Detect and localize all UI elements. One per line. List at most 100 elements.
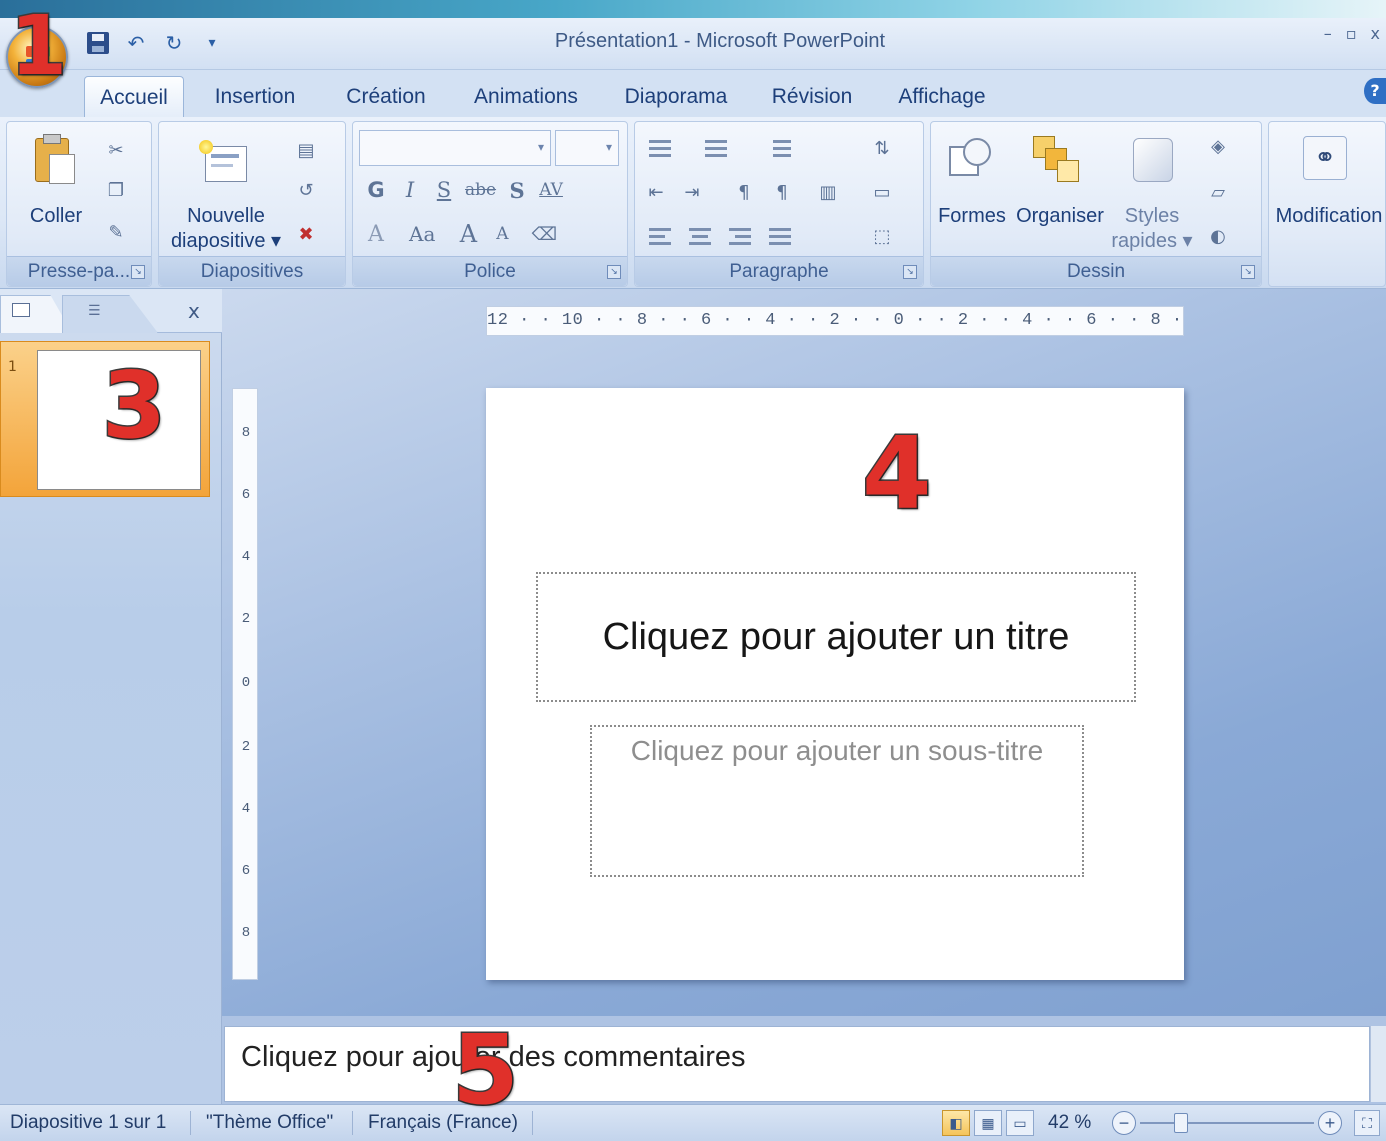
bullets-icon[interactable] — [645, 136, 675, 162]
fit-to-window-button[interactable]: ⛶ — [1354, 1110, 1380, 1136]
chevron-down-icon: ▾ — [208, 35, 216, 51]
font-size-dropdown[interactable] — [555, 130, 619, 166]
smartart-icon[interactable]: ⬚ — [869, 224, 895, 248]
notes-input[interactable]: Cliquez pour ajouter des commentaires — [224, 1026, 1370, 1102]
ltr-icon[interactable]: ¶ — [769, 180, 795, 204]
new-slide-button[interactable]: Nouvelle diapositive ▾ — [163, 204, 289, 254]
font-launcher-icon[interactable]: ↘ — [607, 265, 621, 279]
tab-revision[interactable]: Révision — [762, 76, 862, 118]
columns-icon[interactable]: ▥ — [815, 180, 841, 204]
slide-sorter-button[interactable]: ▦ — [974, 1110, 1002, 1136]
horizontal-ruler: 12 · · 10 · · 8 · · 6 · · 4 · · 2 · · 0 … — [486, 306, 1184, 336]
shadow-button[interactable]: S — [504, 176, 530, 204]
align-text-icon[interactable]: ▭ — [869, 180, 895, 204]
grow-font-button[interactable]: A — [455, 220, 481, 248]
shape-effects-icon[interactable]: ◐ — [1205, 224, 1231, 248]
shape-fill-icon[interactable]: ◈ — [1205, 134, 1231, 158]
reset-slide-icon[interactable]: ↺ — [293, 178, 319, 202]
drawing-group-label: Dessin — [931, 256, 1261, 286]
minimize-button[interactable]: – — [1324, 24, 1332, 43]
shape-outline-icon[interactable]: ▱ — [1205, 180, 1231, 204]
change-case-button[interactable]: Aa — [409, 220, 435, 248]
binoculars-icon[interactable]: ⚭ — [1303, 136, 1347, 180]
line-spacing-icon[interactable] — [769, 136, 799, 162]
clear-formatting-icon[interactable]: ⌫ — [531, 220, 557, 248]
quick-styles-button[interactable]: Styles rapides ▾ — [1109, 204, 1195, 254]
drawing-launcher-icon[interactable]: ↘ — [1241, 265, 1255, 279]
justify-icon[interactable] — [765, 224, 795, 250]
pane-close-button[interactable]: x — [188, 299, 200, 323]
status-separator — [532, 1111, 533, 1135]
callout-3: 3 — [100, 352, 167, 459]
tab-creation[interactable]: Création — [334, 76, 438, 118]
customize-toolbar-button[interactable]: ▾ — [198, 29, 226, 57]
undo-button[interactable]: ↶ — [122, 29, 150, 57]
format-painter-icon[interactable]: ✎ — [103, 220, 129, 244]
undo-icon: ↶ — [127, 31, 145, 55]
notes-scrollbar[interactable] — [1370, 1026, 1386, 1102]
zoom-level[interactable]: 42 % — [1048, 1112, 1091, 1134]
zoom-slider-thumb[interactable] — [1174, 1113, 1188, 1133]
arrange-button[interactable]: Organiser — [1013, 204, 1107, 229]
paste-button[interactable]: Coller — [21, 204, 91, 229]
clipboard-launcher-icon[interactable]: ↘ — [131, 265, 145, 279]
help-icon[interactable]: ? — [1364, 78, 1386, 104]
italic-button[interactable]: I — [397, 176, 423, 204]
callout-1: 1 — [8, 0, 68, 94]
strikethrough-button[interactable]: abe — [465, 176, 496, 204]
font-family-dropdown[interactable] — [359, 130, 551, 166]
copy-icon[interactable]: ❐ — [103, 178, 129, 202]
tab-diaporama[interactable]: Diaporama — [614, 76, 738, 118]
quick-access-toolbar: ↶ ↻ ▾ — [84, 26, 226, 60]
shapes-button[interactable]: Formes — [937, 204, 1007, 229]
char-spacing-button[interactable]: AV — [538, 176, 564, 204]
window-title: Présentation1 - Microsoft PowerPoint — [554, 30, 886, 52]
bold-button[interactable]: G — [363, 176, 389, 204]
tab-insertion[interactable]: Insertion — [200, 76, 310, 118]
align-center-icon[interactable] — [685, 224, 715, 250]
thumbnail-number: 1 — [8, 359, 17, 375]
zoom-in-button[interactable]: + — [1318, 1111, 1342, 1135]
layout-icon[interactable]: ▤ — [293, 138, 319, 162]
slideshow-button[interactable]: ▭ — [1006, 1110, 1034, 1136]
tab-animations[interactable]: Animations — [462, 76, 590, 118]
align-left-icon[interactable] — [645, 224, 675, 250]
numbering-icon[interactable] — [701, 136, 731, 162]
rtl-icon[interactable]: ¶ — [731, 180, 757, 204]
tab-affichage[interactable]: Affichage — [886, 76, 998, 118]
font-color-button[interactable]: A — [363, 220, 389, 248]
vruler-label: 0 — [241, 675, 251, 691]
save-button[interactable] — [84, 29, 112, 57]
zoom-out-button[interactable]: − — [1112, 1111, 1136, 1135]
paragraph-launcher-icon[interactable]: ↘ — [903, 265, 917, 279]
editing-button[interactable]: Modification — [1271, 204, 1386, 229]
redo-button[interactable]: ↻ — [160, 29, 188, 57]
shrink-font-button[interactable]: A — [489, 220, 515, 248]
decrease-indent-icon[interactable]: ⇤ — [643, 180, 669, 204]
shapes-icon[interactable] — [945, 136, 995, 186]
title-placeholder[interactable]: Cliquez pour ajouter un titre — [536, 572, 1136, 702]
theme-name[interactable]: "Thème Office" — [206, 1112, 333, 1134]
window-controls: – ▫ x — [1324, 24, 1380, 43]
delete-slide-icon[interactable]: ✖ — [293, 222, 319, 246]
close-button[interactable]: x — [1371, 24, 1380, 43]
arrange-icon[interactable] — [1031, 134, 1081, 184]
paste-icon[interactable] — [33, 132, 77, 186]
subtitle-placeholder[interactable]: Cliquez pour ajouter un sous-titre — [590, 725, 1084, 877]
text-direction-icon[interactable]: ⇅ — [869, 136, 895, 160]
new-slide-icon[interactable] — [199, 140, 249, 186]
align-right-icon[interactable] — [725, 224, 755, 250]
slide-canvas[interactable]: Cliquez pour ajouter un titre Cliquez po… — [486, 388, 1184, 980]
vruler-label: 8 — [241, 925, 251, 941]
increase-indent-icon[interactable]: ⇥ — [679, 180, 705, 204]
underline-button[interactable]: S — [431, 176, 457, 204]
callout-4: 4 — [861, 415, 934, 532]
quick-styles-icon[interactable] — [1131, 136, 1177, 186]
vruler-label: 4 — [241, 801, 251, 817]
slides-tab-icon — [12, 303, 30, 317]
normal-view-button[interactable]: ◧ — [942, 1110, 970, 1136]
cut-icon[interactable]: ✂ — [103, 138, 129, 162]
maximize-button[interactable]: ▫ — [1346, 24, 1357, 43]
tab-accueil[interactable]: Accueil — [84, 76, 184, 118]
zoom-slider-track[interactable] — [1140, 1122, 1314, 1124]
